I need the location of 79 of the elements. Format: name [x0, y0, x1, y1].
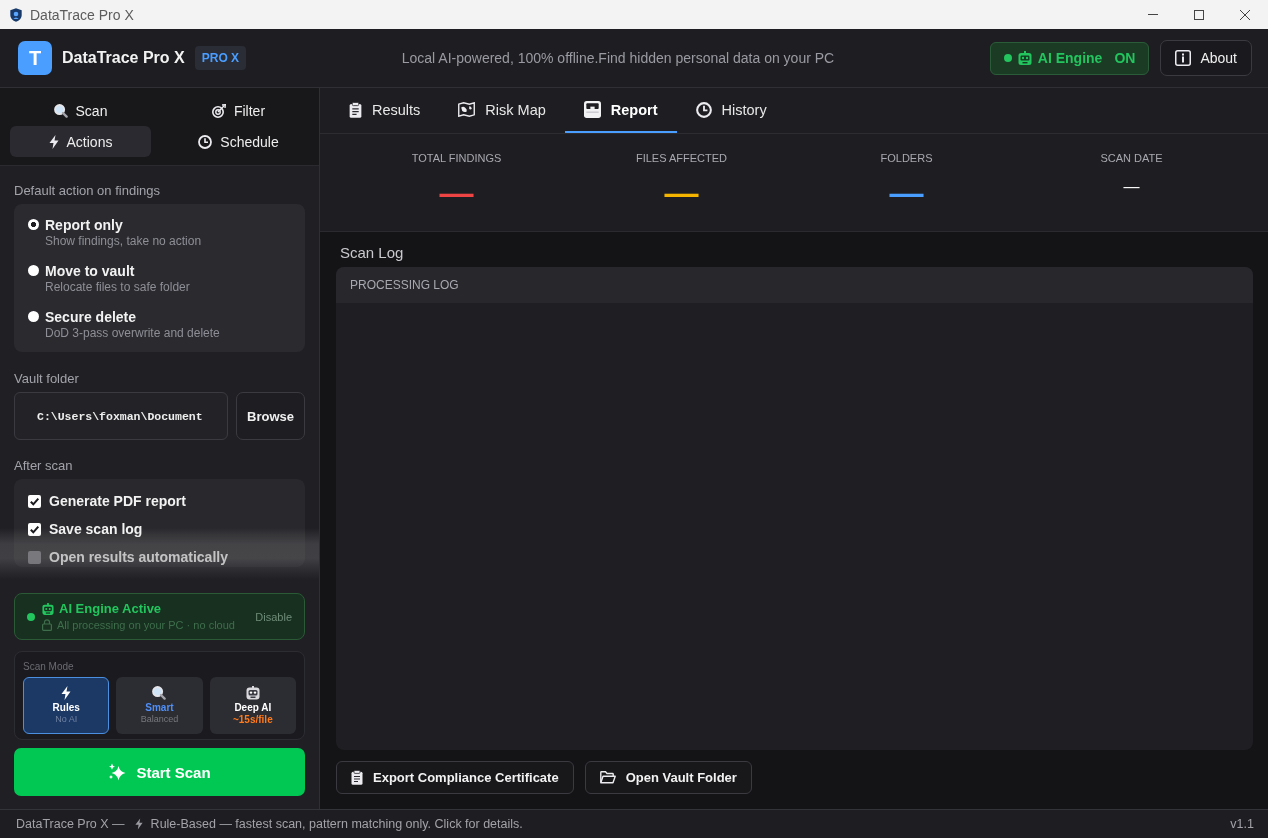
folder-icon [599, 771, 616, 784]
lock-icon [42, 619, 52, 631]
log-title: Scan Log [340, 243, 404, 263]
option-description: DoD 3-pass overwrite and delete [45, 326, 220, 341]
section-title: Default action on findings [14, 182, 161, 199]
scan-mode-button[interactable]: Rules No AI [23, 677, 110, 734]
stat-value: — [1123, 177, 1140, 197]
search-icon [152, 686, 167, 700]
sparkle-icon [108, 763, 127, 781]
option-description: Show findings, take no action [45, 234, 202, 249]
vault-path-field[interactable]: C:\Users\foxman\Document [14, 392, 228, 440]
checkbox-label[interactable]: Save scan log [49, 521, 143, 537]
scan-mode-title: Scan Mode [23, 660, 75, 673]
action-button[interactable]: Open Vault Folder [584, 761, 752, 794]
robot-icon [42, 603, 54, 615]
clipboard-icon [351, 770, 363, 785]
disable-button[interactable]: Disable [255, 610, 292, 623]
option-description: Relocate files to safe folder [45, 280, 190, 295]
ai-engine-status-button[interactable]: AI Engine ON [989, 41, 1150, 75]
sidebar-tab[interactable]: Schedule [168, 126, 309, 157]
lightning-icon [48, 134, 59, 149]
window-title: DataTrace Pro X [30, 6, 134, 23]
version-label: v1.1 [1230, 817, 1254, 831]
lightning-icon [61, 686, 72, 700]
sidebar-tab[interactable]: Filter [168, 95, 309, 126]
status-dot-icon [27, 612, 35, 621]
tab[interactable]: Results [330, 88, 440, 133]
action-button[interactable]: Export Compliance Certificate [336, 761, 574, 794]
option-label[interactable]: Secure delete [45, 308, 137, 326]
scan-mode-button[interactable]: Smart Balanced [116, 677, 203, 734]
section-title: After scan [14, 457, 74, 474]
shield-icon [10, 7, 22, 22]
tab[interactable]: Risk Map [439, 88, 565, 133]
scan-mode-button[interactable]: Deep AI ~15s/file [209, 677, 296, 734]
file-box-icon [583, 101, 601, 118]
app-name: DataTrace Pro X [62, 49, 185, 67]
checkbox-label[interactable]: Open results automatically [49, 549, 228, 565]
stat-value: — [439, 172, 474, 212]
radio-button[interactable] [28, 265, 39, 276]
stat-label: FILES AFFECTED [635, 152, 728, 165]
sidebar-tab[interactable]: Actions [10, 126, 151, 157]
maximize-icon[interactable] [1194, 9, 1204, 20]
lightning-icon [134, 818, 143, 830]
stat-label: FOLDERS [880, 152, 933, 165]
info-icon [1175, 50, 1192, 66]
ai-engine-subtitle: All processing on your PC · no cloud [57, 618, 235, 632]
stat-value: — [889, 172, 924, 212]
search-icon [53, 103, 68, 118]
tab[interactable]: History [676, 88, 786, 133]
option-label[interactable]: Report only [45, 216, 123, 234]
about-button[interactable]: About [1160, 40, 1252, 76]
radio-button[interactable] [28, 219, 39, 230]
radio-button[interactable] [28, 311, 39, 322]
map-icon [458, 102, 476, 117]
sidebar-tab[interactable]: Scan [10, 95, 151, 126]
section-title: Vault folder [14, 370, 80, 387]
status-text: DataTrace Pro X — [16, 817, 125, 831]
checkbox[interactable] [28, 522, 41, 536]
option-label[interactable]: Move to vault [45, 262, 135, 280]
checkbox[interactable] [28, 494, 41, 508]
checkbox-label[interactable]: Generate PDF report [49, 493, 186, 509]
ai-engine-title: AI Engine Active [59, 601, 162, 617]
clipboard-icon [349, 101, 362, 118]
tagline: Local AI-powered, 100% offline.Find hidden personal data on your PC [401, 50, 835, 66]
stat-value: — [664, 172, 699, 212]
browse-button[interactable]: Browse [236, 392, 305, 440]
stat-label: SCAN DATE [1100, 152, 1163, 165]
close-icon[interactable] [1240, 9, 1250, 20]
log-header: PROCESSING LOG [336, 267, 1253, 303]
app-logo: T [18, 41, 52, 75]
target-icon [211, 103, 226, 118]
checkbox[interactable] [28, 550, 41, 564]
stat-label: TOTAL FINDINGS [411, 152, 502, 165]
robot-icon [1017, 51, 1032, 65]
status-message[interactable]: Rule-Based — fastest scan, pattern matching only. Click for details. [150, 817, 523, 831]
edition-badge: PRO X [194, 46, 247, 70]
robot-icon [245, 686, 260, 700]
clock-icon [198, 134, 213, 149]
clock-icon [695, 101, 712, 118]
